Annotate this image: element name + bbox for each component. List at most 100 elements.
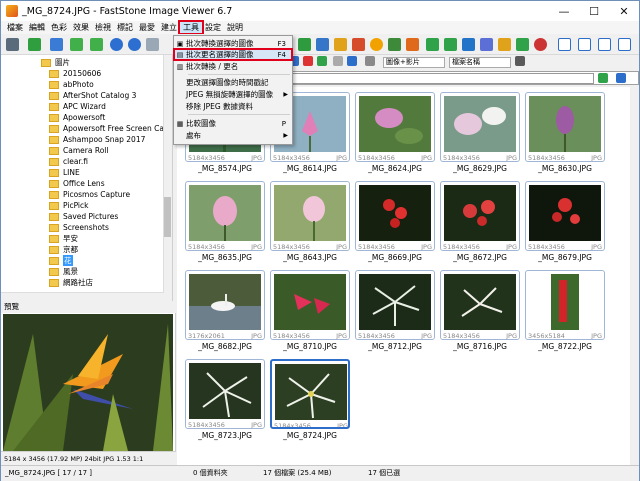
layout-2-icon[interactable] bbox=[578, 38, 591, 51]
zoom-out-icon[interactable] bbox=[128, 38, 141, 51]
menu-item-compare-images[interactable]: ▦ 比較圖像 P bbox=[174, 118, 292, 129]
tree-item[interactable]: APC Wizard bbox=[49, 101, 106, 112]
layout-1-icon[interactable] bbox=[558, 38, 571, 51]
menu-settings[interactable]: 設定 bbox=[202, 22, 224, 33]
tree-item[interactable]: PicPick bbox=[49, 200, 88, 211]
thumbnail-item[interactable]: 5184x3456 JPG _MG_8679.JPG bbox=[525, 181, 605, 266]
menu-item-lossless-rotate[interactable]: JPEG 無損旋轉選擇的圖像 ▶ bbox=[174, 89, 292, 100]
tree-item[interactable]: 網路社店 bbox=[49, 277, 93, 288]
tree-item[interactable]: 京都 bbox=[49, 244, 78, 255]
thumbnail-item[interactable]: 5184x3456 JPG _MG_8643.JPG bbox=[270, 181, 350, 266]
maximize-button[interactable]: ☐ bbox=[579, 1, 609, 21]
tree-item-selected[interactable]: 花 bbox=[49, 255, 73, 266]
color-icon[interactable] bbox=[388, 38, 401, 51]
tree-item[interactable]: Picosmos Capture bbox=[49, 189, 130, 200]
menu-favorites[interactable]: 最愛 bbox=[136, 22, 158, 33]
tree-item[interactable]: 風景 bbox=[49, 266, 78, 277]
sharpen-icon[interactable] bbox=[406, 38, 419, 51]
menu-tools[interactable]: 工具 bbox=[178, 20, 204, 35]
menu-item-canvas[interactable]: 處布 ▶ bbox=[174, 130, 292, 141]
grid-scrollbar[interactable] bbox=[630, 87, 639, 465]
brightness-icon[interactable] bbox=[370, 38, 383, 51]
folder-icon bbox=[49, 179, 59, 188]
sort-direction-icon[interactable] bbox=[515, 56, 525, 66]
undo-icon[interactable] bbox=[426, 38, 439, 51]
open-folder-icon[interactable] bbox=[28, 38, 41, 51]
thumbnail-item[interactable]: 5184x3456 JPG _MG_8710.JPG bbox=[270, 270, 350, 355]
tree-scrollbar[interactable] bbox=[163, 55, 172, 301]
bookmark-icon[interactable] bbox=[616, 73, 626, 83]
thumbnail-item[interactable]: 5184x3456 JPG _MG_8629.JPG bbox=[440, 92, 520, 177]
tree-h-scrollbar[interactable] bbox=[1, 292, 164, 301]
save-icon[interactable] bbox=[70, 38, 83, 51]
menu-view[interactable]: 檢視 bbox=[92, 22, 114, 33]
crop-icon[interactable] bbox=[298, 38, 311, 51]
menu-item-remove-jpeg-metadata[interactable]: 移除 JPEG 數據資料 bbox=[174, 101, 292, 112]
menu-tags[interactable]: 標記 bbox=[114, 22, 136, 33]
tree-item[interactable]: 20150606 bbox=[49, 68, 101, 79]
tree-item[interactable]: abPhoto bbox=[49, 79, 94, 90]
tree-item[interactable]: Camera Roll bbox=[49, 145, 108, 156]
menu-item-batch-convert[interactable]: ▣ 批次轉換選擇的圖像 F3 bbox=[174, 38, 292, 49]
menu-effects[interactable]: 效果 bbox=[70, 22, 92, 33]
thumbnail-item-selected[interactable]: 5184x3456 JPG _MG_8724.JPG bbox=[270, 359, 350, 444]
tree-item[interactable]: LINE bbox=[49, 167, 80, 178]
exit-icon[interactable] bbox=[534, 38, 547, 51]
redo-icon[interactable] bbox=[444, 38, 457, 51]
minimize-button[interactable]: — bbox=[549, 1, 579, 21]
thumbnail-item[interactable]: 5184x3456 JPG _MG_8723.JPG bbox=[185, 359, 265, 444]
thumbnail-item[interactable]: 5184x3456 JPG _MG_8669.JPG bbox=[355, 181, 435, 266]
sort-select[interactable]: 檔案名稱 bbox=[449, 57, 511, 68]
layout-3-icon[interactable] bbox=[598, 38, 611, 51]
tree-item[interactable]: 早安 bbox=[49, 233, 78, 244]
display-filter-select[interactable]: 圖像+影片 bbox=[383, 57, 445, 68]
tree-item[interactable]: clear.fi bbox=[49, 156, 88, 167]
red-eye-icon[interactable] bbox=[352, 38, 365, 51]
menu-help[interactable]: 說明 bbox=[224, 22, 246, 33]
thumbnail-item[interactable]: 3456x5184 JPG _MG_8722.JPG bbox=[525, 270, 605, 355]
menu-create[interactable]: 建立 bbox=[158, 22, 180, 33]
menu-item-batch-rename[interactable]: ▤ 批次更名選擇的圖像 F4 bbox=[173, 48, 293, 61]
print-icon[interactable] bbox=[480, 38, 493, 51]
back-icon[interactable] bbox=[50, 38, 63, 51]
menu-colors[interactable]: 色彩 bbox=[48, 22, 70, 33]
tree-item[interactable]: Ashampoo Snap 2017 bbox=[49, 134, 145, 145]
view-icon[interactable] bbox=[333, 56, 343, 66]
grid-view-icon[interactable] bbox=[347, 56, 357, 66]
layout-4-icon[interactable] bbox=[618, 38, 631, 51]
refresh-icon[interactable] bbox=[317, 56, 327, 66]
tree-item[interactable]: AfterShot Catalog 3 bbox=[49, 90, 136, 101]
slideshow-icon[interactable] bbox=[498, 38, 511, 51]
fit-icon[interactable] bbox=[146, 38, 159, 51]
thumbnail-item[interactable]: 3176x2061 JPG _MG_8682.JPG bbox=[185, 270, 265, 355]
delete-icon[interactable] bbox=[303, 56, 313, 66]
tree-item[interactable]: Office Lens bbox=[49, 178, 105, 189]
go-icon[interactable] bbox=[598, 73, 608, 83]
camera-icon[interactable] bbox=[6, 38, 19, 51]
menu-item-change-timestamp[interactable]: 更改選擇圖像的時間戳記 bbox=[174, 77, 292, 88]
thumbnail-item[interactable]: 5184x3456 JPG _MG_8635.JPG bbox=[185, 181, 265, 266]
tree-item[interactable]: Apowersoft Free Screen Capt bbox=[49, 123, 172, 134]
thumbnail-item[interactable]: 5184x3456 JPG _MG_8712.JPG bbox=[355, 270, 435, 355]
menu-edit[interactable]: 編輯 bbox=[26, 22, 48, 33]
settings-icon[interactable] bbox=[516, 38, 529, 51]
tree-item[interactable]: Screenshots bbox=[49, 222, 109, 233]
tree-item[interactable]: Apowersoft bbox=[49, 112, 105, 123]
resize-icon[interactable] bbox=[316, 38, 329, 51]
thumbnail-item[interactable]: 5184x3456 JPG _MG_8630.JPG bbox=[525, 92, 605, 177]
rotate-icon[interactable] bbox=[334, 38, 347, 51]
scroll-thumb[interactable] bbox=[164, 197, 171, 237]
star-icon[interactable] bbox=[365, 56, 375, 66]
close-button[interactable]: ✕ bbox=[609, 1, 639, 21]
forward-icon[interactable] bbox=[90, 38, 103, 51]
thumbnail-item[interactable]: 5184x3456 JPG _MG_8672.JPG bbox=[440, 181, 520, 266]
thumbnail-item[interactable]: 5184x3456 JPG _MG_8624.JPG bbox=[355, 92, 435, 177]
zoom-in-icon[interactable] bbox=[110, 38, 123, 51]
email-icon[interactable] bbox=[462, 38, 475, 51]
tree-item[interactable]: Saved Pictures bbox=[49, 211, 118, 222]
thumbnail-item[interactable]: 5184x3456 JPG _MG_8716.JPG bbox=[440, 270, 520, 355]
menu-item-batch-convert-rename[interactable]: ▥ 批次轉換 / 更名 bbox=[174, 61, 292, 72]
menu-file[interactable]: 檔案 bbox=[4, 22, 26, 33]
tree-item[interactable]: 圖片 bbox=[41, 57, 70, 68]
thumbnail-frame: 5184x3456 JPG bbox=[185, 181, 265, 251]
